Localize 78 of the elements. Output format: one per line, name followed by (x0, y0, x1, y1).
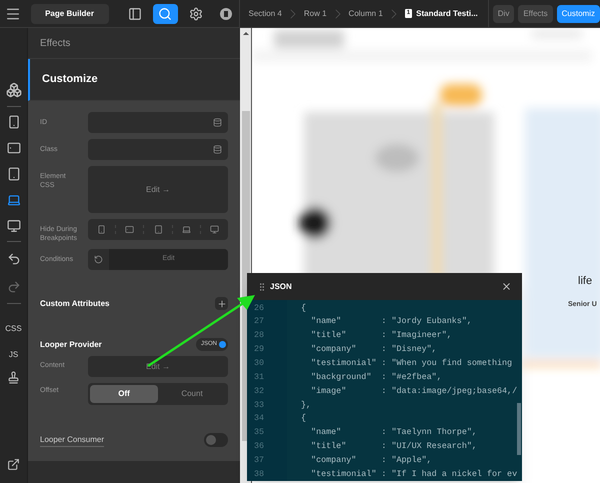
plus-icon (216, 298, 226, 308)
line-number: 35 (253, 426, 266, 439)
edit-button[interactable]: Edit → (88, 166, 228, 213)
text-field[interactable] (88, 139, 228, 160)
scrollbar-thumb[interactable] (517, 403, 521, 455)
line-number: 33 (253, 398, 266, 412)
badge-icon (220, 8, 232, 20)
text-field[interactable] (88, 112, 228, 133)
line-number: 31 (253, 370, 266, 384)
element-tab[interactable]: Div (492, 4, 514, 22)
database-icon (213, 118, 222, 127)
desktop-icon[interactable] (210, 225, 219, 234)
drag-handle-icon[interactable] (257, 282, 267, 292)
line-number: 36 (253, 440, 266, 453)
settings-icon (188, 6, 203, 20)
dialog-title: JSON (270, 280, 292, 292)
element-tab[interactable]: Effects (518, 4, 553, 22)
conditions-icon[interactable] (94, 255, 103, 264)
desktop-icon[interactable] (6, 219, 20, 233)
breakpoint-selector[interactable] (88, 219, 228, 240)
code-line: }, (301, 398, 312, 412)
code-line: "image" : "data:image/jpeg;base64,/ (310, 384, 518, 398)
code-line: "title" : "Imagineer", (310, 329, 452, 342)
section-header[interactable]: Effects (28, 28, 240, 59)
line-number: 34 (253, 412, 266, 425)
search-button[interactable] (153, 4, 178, 24)
heading-text: life (578, 274, 592, 289)
toggle-switch[interactable] (204, 433, 228, 447)
scrollbar-arrow[interactable] (242, 32, 248, 35)
add-element-icon[interactable] (6, 82, 22, 98)
section-title: Custom Attributes (40, 298, 110, 310)
breadcrumb-item[interactable]: Row 1 (304, 8, 327, 20)
code-line: "company" : "Apple", (310, 454, 432, 466)
database-icon (213, 145, 222, 154)
breadcrumb-item[interactable]: Column 1 (348, 8, 383, 20)
tablet-icon[interactable] (154, 225, 162, 234)
code-line: "background" : "#e2fbea", (310, 370, 442, 384)
menu-icon[interactable] (5, 6, 22, 22)
laptop-icon[interactable] (182, 225, 191, 234)
line-number: 29 (253, 343, 266, 356)
external-link-icon[interactable] (7, 458, 20, 471)
code-button[interactable]: CSS (5, 319, 22, 339)
section-title: Looper Provider (40, 338, 102, 350)
section-title: Looper Consumer (40, 434, 104, 446)
section-header[interactable]: Customize (28, 59, 240, 101)
tablet-icon[interactable] (6, 167, 20, 181)
phone-icon[interactable] (97, 225, 106, 234)
code-line: "company" : "Disney", (310, 343, 437, 356)
segment-option[interactable]: Off (90, 385, 158, 403)
breadcrumb-item[interactable]: Section 4 (248, 8, 282, 20)
title-button[interactable]: Page Builder (30, 4, 108, 24)
undo-icon[interactable] (6, 252, 20, 266)
code-line: "testimonial" : "If I had a nickel for ev (310, 468, 518, 480)
close-icon[interactable] (501, 281, 512, 292)
line-number: 32 (253, 384, 266, 398)
laptop-icon[interactable] (6, 193, 20, 207)
code-line: "name" : "Jordy Eubanks", (310, 315, 472, 328)
code-line: { (301, 412, 306, 425)
tablet-landscape-icon[interactable] (6, 141, 20, 155)
search-icon (158, 6, 172, 20)
code-line: "title" : "UI/UX Research", (310, 440, 477, 453)
code-line: { (301, 302, 306, 314)
line-number: 27 (253, 315, 266, 328)
stamp-icon[interactable] (7, 371, 20, 384)
line-number: 37 (253, 454, 266, 466)
add-button[interactable] (215, 297, 228, 310)
code-line: "name" : "Taelynn Thorpe", (310, 426, 477, 439)
segment-option[interactable]: Count (158, 385, 226, 403)
phone-icon[interactable] (6, 115, 20, 129)
line-number: 26 (253, 302, 266, 314)
tablet-landscape-icon[interactable] (125, 225, 134, 234)
code-line: "testimonial" : "When you find something (310, 356, 512, 370)
redo-icon[interactable] (6, 280, 20, 294)
code-button[interactable]: JS (8, 345, 18, 365)
line-number: 28 (253, 329, 266, 342)
line-number: 38 (253, 468, 266, 480)
line-number: 30 (253, 356, 266, 370)
sidebar-icon (128, 6, 142, 20)
